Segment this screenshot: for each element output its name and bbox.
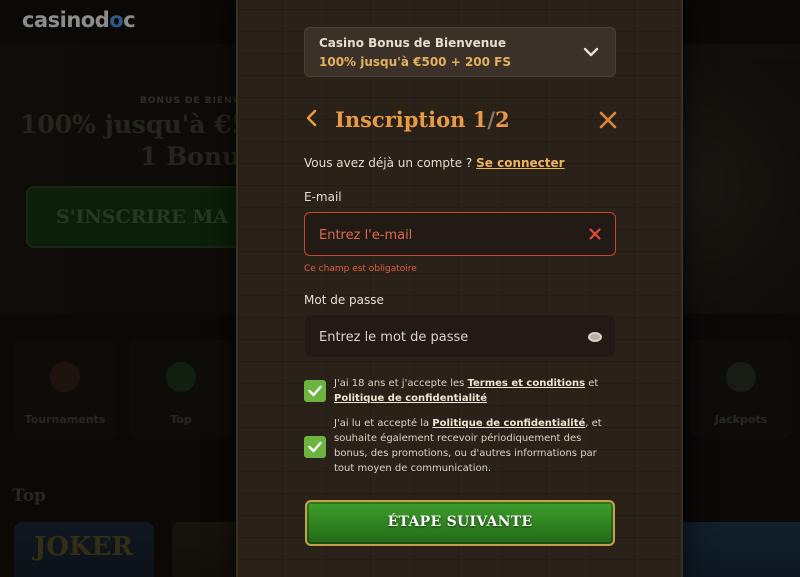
next-step-label: ÉTAPE SUIVANTE	[387, 514, 533, 530]
email-error-message: Ce champ est obligatoire	[304, 264, 417, 274]
marketing-checkbox[interactable]	[304, 436, 326, 458]
chevron-left-icon[interactable]	[304, 108, 320, 128]
terms-consent-text: J'ai 18 ans et j'accepte les Termes et c…	[334, 378, 599, 404]
privacy-link[interactable]: Politique de confidentialité	[432, 418, 585, 429]
login-link[interactable]: Se connecter	[476, 156, 564, 170]
checkmark-icon	[308, 385, 322, 397]
checkmark-icon	[308, 441, 322, 453]
email-field[interactable]	[304, 212, 616, 257]
clear-icon[interactable]	[589, 228, 601, 240]
bonus-selector[interactable]: Casino Bonus de Bienvenue 100% jusqu'à €…	[304, 27, 616, 77]
bonus-title: Casino Bonus de Bienvenue	[319, 36, 506, 50]
password-label: Mot de passe	[304, 293, 384, 307]
password-field[interactable]	[304, 314, 616, 359]
email-label: E-mail	[304, 190, 342, 204]
marketing-consent-text: J'ai lu et accepté la Politique de confi…	[334, 418, 602, 474]
terms-checkbox[interactable]	[304, 380, 326, 402]
privacy-link[interactable]: Politique de confidentialité	[334, 393, 487, 404]
terms-link[interactable]: Termes et conditions	[468, 378, 586, 389]
chevron-down-icon[interactable]	[581, 42, 601, 62]
registration-modal: Casino Bonus de Bienvenue 100% jusqu'à €…	[236, 0, 683, 577]
close-icon[interactable]	[598, 110, 618, 130]
bonus-offer: 100% jusqu'à €500 + 200 FS	[319, 55, 512, 69]
eye-icon[interactable]	[587, 330, 603, 344]
email-input[interactable]	[319, 213, 569, 257]
modal-title: Inscription 1/2	[335, 107, 510, 132]
login-prompt: Vous avez déjà un compte ? Se connecter	[304, 156, 565, 170]
password-input[interactable]	[319, 315, 569, 359]
next-step-button[interactable]: ÉTAPE SUIVANTE	[305, 500, 615, 546]
